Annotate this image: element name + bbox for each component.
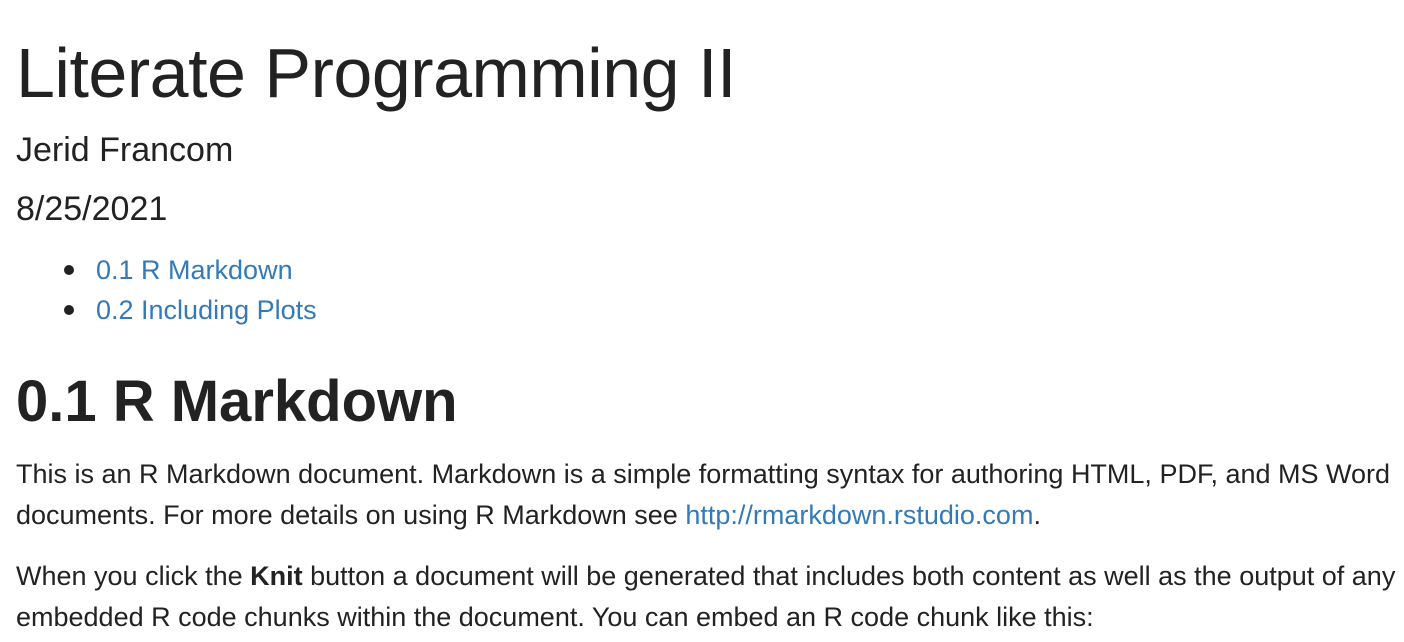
toc-link-including-plots[interactable]: 0.2 Including Plots [96, 295, 317, 325]
bullet-icon [64, 305, 74, 315]
bullet-icon [64, 265, 74, 275]
table-of-contents: 0.1 R Markdown 0.2 Including Plots [16, 250, 317, 330]
rmarkdown-link[interactable]: http://rmarkdown.rstudio.com [685, 500, 1033, 530]
paragraph-text: When you click the [16, 561, 251, 591]
document-title: Literate Programming II [16, 34, 736, 112]
section-heading: 0.1 R Markdown [16, 369, 458, 434]
toc-item: 0.1 R Markdown [16, 250, 317, 290]
toc-item: 0.2 Including Plots [16, 290, 317, 330]
document-author: Jerid Francom [16, 131, 234, 169]
toc-link-r-markdown[interactable]: 0.1 R Markdown [96, 255, 293, 285]
document-date: 8/25/2021 [16, 190, 168, 228]
paragraph-text: . [1033, 500, 1041, 530]
knit-bold-text: Knit [250, 561, 303, 591]
paragraph-intro: This is an R Markdown document. Markdown… [16, 454, 1396, 536]
paragraph-knit: When you click the Knit button a documen… [16, 556, 1396, 638]
